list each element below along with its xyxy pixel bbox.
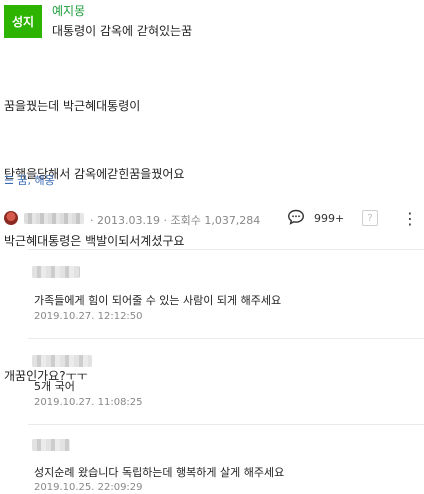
post-tags[interactable]: ☰ 꿈, 해몽 bbox=[4, 172, 55, 188]
comment-text: 성지순례 왔습니다 독립하는데 행복하게 살게 해주세요 bbox=[34, 466, 285, 479]
comment-date: 2019.10.27. 11:08:25 bbox=[34, 397, 143, 408]
divider bbox=[28, 424, 424, 425]
post-header: 성지 예지몽 대통령이 감옥에 갇혀있는꿈 bbox=[0, 0, 424, 46]
avatar[interactable] bbox=[4, 211, 18, 225]
comment-icon[interactable] bbox=[287, 209, 305, 225]
comment-count[interactable]: 999+ bbox=[314, 212, 344, 225]
post-author[interactable]: 예지몽 bbox=[52, 2, 85, 19]
post-title: 대통령이 감옥에 갇혀있는꿈 bbox=[52, 24, 193, 38]
comment-text: 가족들에게 힘이 되어줄 수 있는 사람이 되게 해주세요 bbox=[34, 294, 282, 307]
more-options-icon[interactable]: ⋮ bbox=[402, 208, 418, 230]
comment-date: 2019.10.27. 12:12:50 bbox=[34, 311, 143, 322]
blurred-commenter bbox=[32, 266, 80, 278]
blurred-commenter bbox=[32, 355, 92, 367]
divider bbox=[28, 249, 424, 250]
sacred-badge: 성지 bbox=[4, 5, 42, 38]
post-date-views: · 2013.03.19 · 조회수 1,037,284 bbox=[90, 214, 261, 227]
comment-text: 5개 국어 bbox=[34, 380, 75, 393]
blurred-commenter bbox=[32, 439, 70, 451]
blurred-username bbox=[24, 213, 84, 224]
divider bbox=[28, 338, 424, 339]
post-body-line: 꿈을꿨는데 박근혜대통령이 bbox=[4, 99, 141, 113]
comment-date: 2019.10.25. 22:09:29 bbox=[34, 482, 143, 493]
post-body-line: 개꿈인가요?ㅜㅜ bbox=[4, 369, 88, 383]
question-icon[interactable]: ? bbox=[362, 210, 378, 226]
post-meta: · 2013.03.19 · 조회수 1,037,284 999+ ? ⋮ bbox=[4, 208, 420, 230]
